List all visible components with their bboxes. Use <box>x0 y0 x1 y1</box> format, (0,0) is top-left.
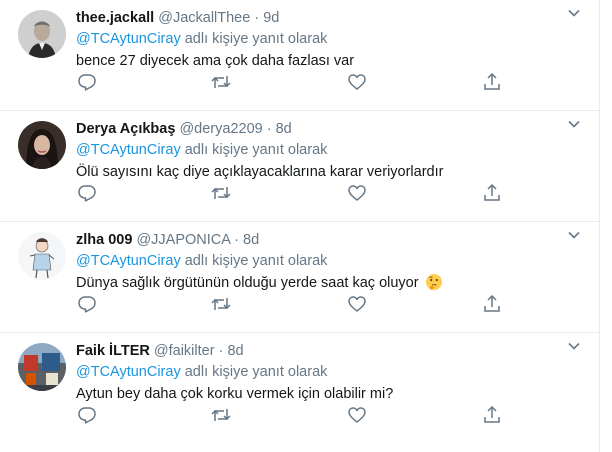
chevron-down-icon[interactable] <box>565 115 583 133</box>
tweet-text: Ölü sayısını kaç diye açıklayacaklarına … <box>76 164 444 180</box>
tweet-actions <box>76 293 506 315</box>
tweet[interactable]: Faik İLTER @faikilter · 8d @TCAytunCiray… <box>0 333 599 444</box>
tweet-text: Aytun bey daha çok korku vermek için ola… <box>76 386 394 402</box>
like-heart-icon[interactable] <box>346 404 368 426</box>
separator: · <box>266 121 272 137</box>
avatar[interactable] <box>18 232 66 280</box>
reply-icon[interactable] <box>76 71 98 93</box>
retweet-icon[interactable] <box>210 404 232 426</box>
user-handle[interactable]: @faikilter <box>154 343 215 359</box>
timestamp[interactable]: 9d <box>263 10 279 26</box>
tweet-actions <box>76 404 506 426</box>
reply-context-label: adlı kişiye yanıt olarak <box>180 31 328 47</box>
tweet-text-body: Dünya sağlık örgütünün olduğu yerde saat… <box>76 275 423 291</box>
tweet[interactable]: zlha 009 @JJAPONICA · 8d @TCAytunCiray a… <box>0 222 599 333</box>
chevron-down-icon[interactable] <box>565 226 583 244</box>
tweet-actions <box>76 182 506 204</box>
chevron-down-icon[interactable] <box>565 337 583 355</box>
retweet-icon[interactable] <box>210 293 232 315</box>
reply-context-label: adlı kişiye yanıt olarak <box>180 364 328 380</box>
tweet[interactable]: Derya Açıkbaş @derya2209 · 8d @TCAytunCi… <box>0 111 599 222</box>
reply-mention-link[interactable]: @TCAytunCiray <box>76 31 181 47</box>
chevron-down-icon[interactable] <box>565 4 583 22</box>
reply-context-label: adlı kişiye yanıt olarak <box>180 253 328 269</box>
reply-icon[interactable] <box>76 404 98 426</box>
tweet-actions <box>76 71 506 93</box>
share-icon[interactable] <box>481 182 503 204</box>
timestamp[interactable]: 8d <box>243 232 259 248</box>
tweet-text: bence 27 diyecek ama çok daha fazlası va… <box>76 53 355 69</box>
reply-mention-link[interactable]: @TCAytunCiray <box>76 364 181 380</box>
like-heart-icon[interactable] <box>346 71 368 93</box>
reply-context: @TCAytunCiray adlı kişiye yanıt olarak <box>76 29 587 50</box>
display-name[interactable]: zlha 009 <box>76 232 132 248</box>
user-handle[interactable]: @JJAPONICA <box>136 232 230 248</box>
user-handle[interactable]: @JackallThee <box>158 10 250 26</box>
timestamp[interactable]: 8d <box>276 121 292 137</box>
avatar[interactable] <box>18 10 66 58</box>
like-heart-icon[interactable] <box>346 182 368 204</box>
display-name[interactable]: Derya Açıkbaş <box>76 121 175 137</box>
separator: · <box>234 232 240 248</box>
reply-icon[interactable] <box>76 293 98 315</box>
timestamp[interactable]: 8d <box>227 343 243 359</box>
share-icon[interactable] <box>481 293 503 315</box>
user-handle[interactable]: @derya2209 <box>179 121 262 137</box>
display-name[interactable]: thee.jackall <box>76 10 154 26</box>
retweet-icon[interactable] <box>210 182 232 204</box>
avatar[interactable] <box>18 121 66 169</box>
reply-context-label: adlı kişiye yanıt olarak <box>180 142 328 158</box>
reply-context: @TCAytunCiray adlı kişiye yanıt olarak <box>76 251 587 272</box>
reply-mention-link[interactable]: @TCAytunCiray <box>76 253 181 269</box>
reply-context: @TCAytunCiray adlı kişiye yanıt olarak <box>76 140 587 161</box>
like-heart-icon[interactable] <box>346 293 368 315</box>
share-icon[interactable] <box>481 404 503 426</box>
separator: · <box>218 343 224 359</box>
avatar[interactable] <box>18 343 66 391</box>
retweet-icon[interactable] <box>210 71 232 93</box>
reply-context: @TCAytunCiray adlı kişiye yanıt olarak <box>76 362 587 383</box>
reply-timeline: thee.jackall @JackallThee · 9d @TCAytunC… <box>0 0 600 452</box>
share-icon[interactable] <box>481 71 503 93</box>
reply-mention-link[interactable]: @TCAytunCiray <box>76 142 181 158</box>
reply-icon[interactable] <box>76 182 98 204</box>
tweet[interactable]: thee.jackall @JackallThee · 9d @TCAytunC… <box>0 0 599 111</box>
display-name[interactable]: Faik İLTER <box>76 343 150 359</box>
separator: · <box>254 10 260 26</box>
